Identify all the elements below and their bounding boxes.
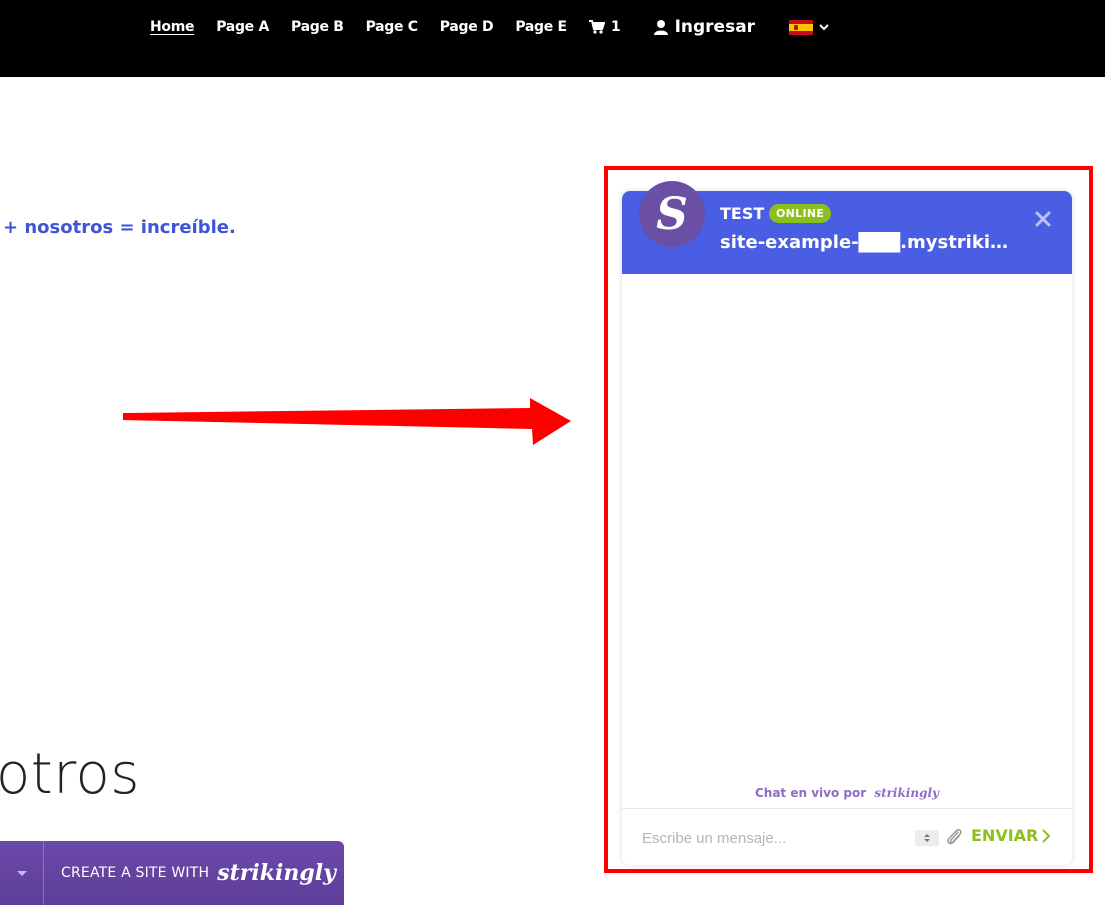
cart-icon xyxy=(588,20,605,34)
login-label: Ingresar xyxy=(674,17,756,37)
cart-count: 1 xyxy=(610,19,621,35)
language-selector[interactable] xyxy=(789,19,829,35)
status-badge: ONLINE xyxy=(769,204,832,223)
nav-link-page-d[interactable]: Page D xyxy=(440,19,494,35)
create-site-label: CREATE A SITE WITH xyxy=(61,865,210,881)
caret-down-icon xyxy=(16,870,27,876)
sort-arrows-icon xyxy=(924,834,930,842)
strikingly-logo: strikingly xyxy=(217,860,336,886)
chat-widget: S TEST ONLINE site-example-███.mystrikin… xyxy=(622,181,1072,866)
paperclip-icon[interactable] xyxy=(945,827,963,847)
emoji-toggle[interactable] xyxy=(915,830,939,846)
avatar-letter: S xyxy=(656,188,688,240)
powered-by: Chat en vivo por strikingly xyxy=(622,786,1072,800)
chat-contact-name: TEST xyxy=(720,204,765,223)
nav-menu: Home Page A Page B Page C Page D Page E … xyxy=(150,16,829,38)
nav-link-page-b[interactable]: Page B xyxy=(291,19,344,35)
nav-link-home[interactable]: Home xyxy=(150,19,195,35)
banner-collapse-button[interactable] xyxy=(0,841,44,905)
arrow-annotation-icon xyxy=(123,398,571,445)
top-navigation: Home Page A Page B Page C Page D Page E … xyxy=(0,0,1105,77)
close-icon[interactable] xyxy=(1035,211,1051,227)
powered-by-brand: strikingly xyxy=(874,786,940,800)
section-heading: otros xyxy=(0,742,140,807)
chat-site-url: site-example-███.mystrikin... xyxy=(720,232,1018,253)
chat-messages-area[interactable] xyxy=(622,274,1072,808)
send-label: ENVIAR xyxy=(971,826,1039,845)
powered-by-label: Chat en vivo por xyxy=(754,786,867,800)
chevron-right-icon xyxy=(1042,828,1051,843)
nav-link-page-a[interactable]: Page A xyxy=(216,19,269,35)
nav-link-page-c[interactable]: Page C xyxy=(366,19,419,35)
send-button[interactable]: ENVIAR xyxy=(971,826,1051,845)
nav-link-page-e[interactable]: Page E xyxy=(515,19,567,35)
chat-header: S TEST ONLINE site-example-███.mystrikin… xyxy=(622,181,1072,274)
spain-flag-icon xyxy=(789,19,814,35)
tagline: + nosotros = increíble. xyxy=(3,217,236,238)
chat-footer: ENVIAR xyxy=(622,808,1072,866)
chevron-down-icon xyxy=(819,24,829,31)
create-site-banner[interactable]: CREATE A SITE WITH strikingly xyxy=(0,841,344,905)
avatar: S xyxy=(639,181,705,247)
login-button[interactable]: Ingresar xyxy=(653,17,755,37)
user-icon xyxy=(653,20,668,35)
message-input[interactable] xyxy=(640,825,914,851)
cart-button[interactable]: 1 xyxy=(588,19,621,35)
